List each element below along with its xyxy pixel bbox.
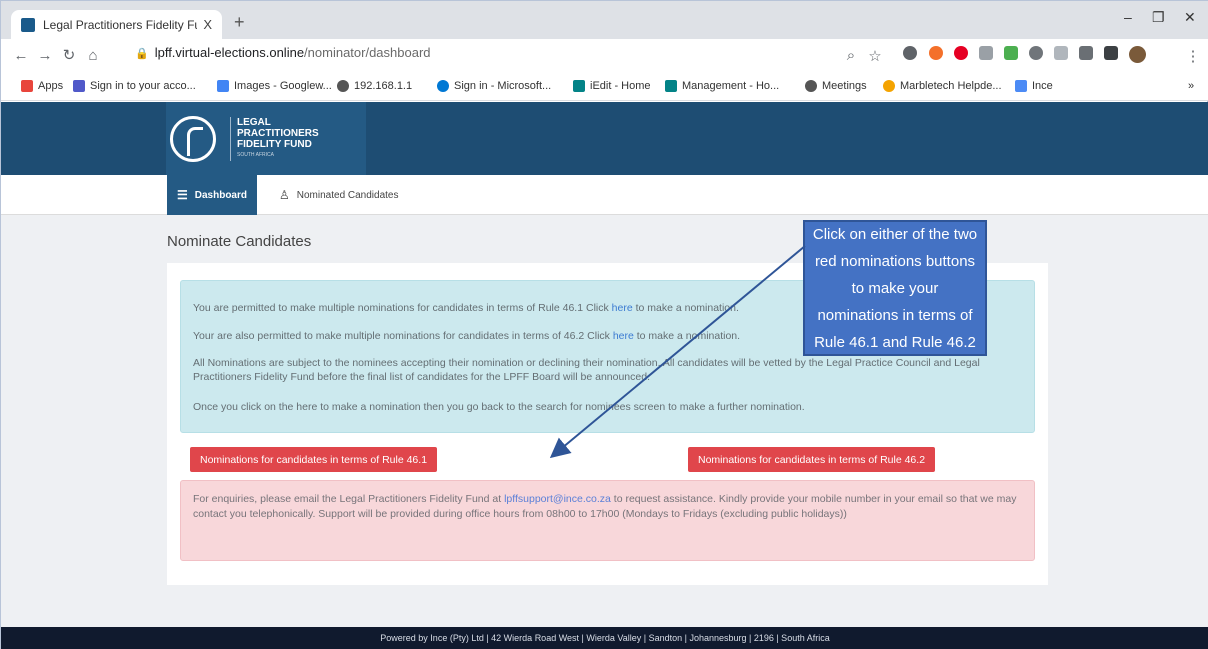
bookmarks-bar: Apps Sign in to your acco... Images - Go… <box>1 71 1208 101</box>
home-icon[interactable]: ⌂ <box>81 47 105 64</box>
restore-button[interactable]: ❐ <box>1152 9 1165 26</box>
bookmark-item[interactable]: 192.168.1.1 <box>337 80 412 92</box>
extension-icon[interactable] <box>1029 46 1043 60</box>
url-path: /nominator/dashboard <box>304 45 431 60</box>
bookmark-item[interactable]: Ince <box>1015 80 1053 92</box>
bookmark-item[interactable]: Marbletech Helpde... <box>883 80 1002 92</box>
extension-icon[interactable] <box>1004 46 1018 60</box>
forward-arrow-icon[interactable]: → <box>33 47 57 64</box>
lpff-emblem-icon <box>170 115 216 162</box>
cloud-icon <box>437 80 449 92</box>
rule-461-here-link[interactable]: here <box>612 302 633 314</box>
info-further-nomination: Once you click on the here to make a nom… <box>193 401 805 413</box>
bookmark-apps[interactable]: Apps <box>21 80 63 92</box>
menu-icon: ☰ <box>177 188 188 202</box>
google-icon <box>217 80 229 92</box>
user-icon: ♙ <box>279 188 290 202</box>
nominations-rule-461-button[interactable]: Nominations for candidates in terms of R… <box>190 447 438 472</box>
extension-icon[interactable] <box>929 46 943 60</box>
instruction-callout: Click on either of the two red nominatio… <box>803 220 987 356</box>
pinterest-icon[interactable] <box>954 46 968 60</box>
bookmark-item[interactable]: Sign in to your acco... <box>73 80 196 92</box>
extension-icon[interactable] <box>1054 46 1068 60</box>
info-vetting: All Nominations are subject to the nomin… <box>193 357 980 383</box>
zoom-icon[interactable]: ⌕ <box>839 47 863 64</box>
teams-icon <box>73 80 85 92</box>
bookmark-item[interactable]: Sign in - Microsoft... <box>437 80 551 92</box>
menu-kebab-icon[interactable]: ⋮ <box>1181 47 1205 65</box>
nav-dashboard[interactable]: ☰ Dashboard <box>167 175 257 215</box>
extensions-puzzle-icon[interactable] <box>1104 46 1118 60</box>
bookmark-item[interactable]: iEdit - Home <box>573 80 651 92</box>
page-title: Nominate Candidates <box>167 233 312 250</box>
url-domain: lpff.virtual-elections.online <box>154 45 305 60</box>
nav-nominated-candidates[interactable]: ♙ Nominated Candidates <box>269 175 409 215</box>
lock-icon: 🔒 <box>135 48 149 60</box>
browser-tab[interactable]: Legal Practitioners Fidelity Fund X <box>11 10 222 39</box>
extension-icon[interactable] <box>1079 46 1093 60</box>
apps-grid-icon <box>21 80 33 92</box>
sharepoint-icon <box>665 80 677 92</box>
extension-icon[interactable] <box>903 46 917 60</box>
url-field[interactable]: 🔒 lpff.virtual-elections.online/nominator… <box>135 45 431 60</box>
bookmarks-more-icon[interactable]: » <box>1188 80 1194 92</box>
globe-icon <box>805 80 817 92</box>
globe-icon <box>337 80 349 92</box>
new-tab-button[interactable]: + <box>234 12 245 33</box>
tab-title: Legal Practitioners Fidelity Fund <box>43 17 198 32</box>
support-alert: For enquiries, please email the Legal Pr… <box>180 480 1035 561</box>
bookmark-item[interactable]: Management - Ho... <box>665 80 779 92</box>
close-window-button[interactable]: ✕ <box>1184 9 1196 26</box>
back-arrow-icon[interactable]: ← <box>9 47 33 64</box>
lpff-logo[interactable]: LEGAL PRACTITIONERS FIDELITY FUND SOUTH … <box>166 102 366 175</box>
browser-tabstrip: Legal Practitioners Fidelity Fund X + – … <box>1 1 1208 39</box>
sharepoint-icon <box>573 80 585 92</box>
nominations-rule-462-button[interactable]: Nominations for candidates in terms of R… <box>688 447 936 472</box>
bookmark-item[interactable]: Meetings <box>805 80 867 92</box>
logo-text: LEGAL PRACTITIONERS FIDELITY FUND SOUTH … <box>230 116 319 161</box>
minimize-button[interactable]: – <box>1124 9 1132 25</box>
profile-avatar[interactable] <box>1129 46 1146 63</box>
support-email-link[interactable]: lpffsupport@ince.co.za <box>504 493 611 505</box>
site-favicon-icon <box>21 17 35 32</box>
tab-close-icon[interactable]: X <box>203 17 212 32</box>
site-footer: Powered by Ince (Pty) Ltd | 42 Wierda Ro… <box>1 627 1208 649</box>
check-icon <box>1015 80 1027 92</box>
extension-icon[interactable] <box>979 46 993 60</box>
rule-462-here-link[interactable]: here <box>613 330 634 342</box>
bookmark-star-icon[interactable]: ☆ <box>863 47 887 65</box>
site-navbar: ☰ Dashboard ♙ Nominated Candidates <box>1 175 1208 215</box>
site-header: LEGAL PRACTITIONERS FIDELITY FUND SOUTH … <box>1 102 1208 175</box>
bookmark-item[interactable]: Images - Googlew... <box>217 80 332 92</box>
helpdesk-icon <box>883 80 895 92</box>
reload-icon[interactable]: ↻ <box>57 46 81 64</box>
page-body: LEGAL PRACTITIONERS FIDELITY FUND SOUTH … <box>1 102 1208 649</box>
